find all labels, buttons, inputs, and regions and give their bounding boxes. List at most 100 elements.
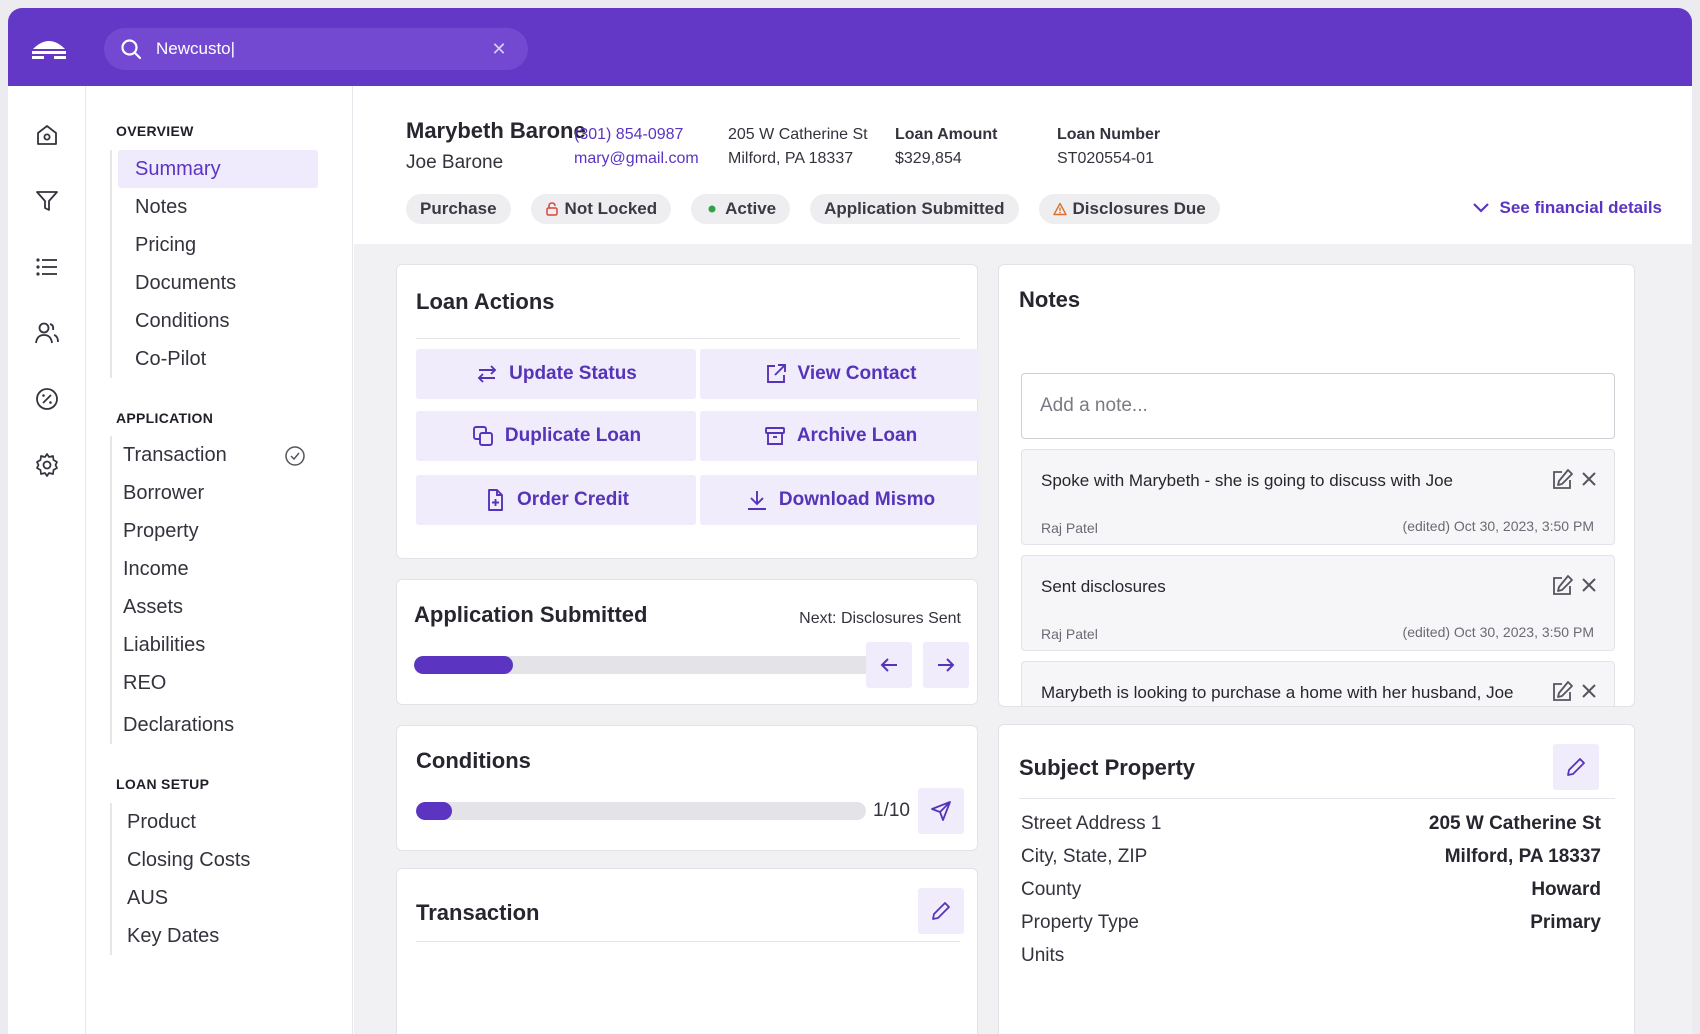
button-label: Update Status	[509, 363, 637, 384]
copy-icon	[472, 426, 493, 446]
progress-title: Application Submitted	[414, 602, 648, 627]
conditions-title: Conditions	[416, 748, 531, 773]
edit-transaction-button[interactable]	[918, 888, 964, 934]
conditions-progress-bar	[416, 802, 866, 820]
loan-amount-value: $329,854	[895, 150, 962, 167]
sidebar-item-reo[interactable]: REO	[112, 664, 312, 702]
sidebar-item-liabilities[interactable]: Liabilities	[112, 626, 312, 664]
loan-number-value: ST020554-01	[1057, 150, 1154, 167]
check-circle-icon	[285, 446, 305, 466]
conditions-count: 1/10	[873, 800, 910, 821]
loan-setup-nav: Product Closing Costs AUS Key Dates	[110, 803, 317, 955]
sidebar-item-aus[interactable]: AUS	[117, 879, 317, 917]
search-icon	[121, 39, 142, 60]
application-progress-card: Application Submitted Next: Disclosures …	[396, 579, 978, 705]
divider	[416, 338, 960, 339]
delete-note-icon[interactable]	[1578, 680, 1600, 702]
sidebar-item-transaction[interactable]: Transaction	[112, 436, 312, 474]
edit-note-icon[interactable]	[1550, 574, 1574, 598]
property-row: Units	[1021, 945, 1601, 975]
phone-link[interactable]: (301) 854-0987	[574, 126, 683, 144]
status-dot-icon	[708, 205, 716, 213]
transaction-card: Transaction	[396, 868, 978, 1034]
logo-icon[interactable]	[30, 35, 68, 61]
search-input[interactable]	[156, 28, 456, 70]
filter-icon[interactable]	[34, 188, 60, 214]
home-icon[interactable]	[34, 122, 60, 148]
sidebar-item-key-dates[interactable]: Key Dates	[117, 917, 317, 955]
property-value: Primary	[1530, 912, 1601, 933]
note-text: Sent disclosures	[1041, 577, 1166, 596]
application-section-title: APPLICATION	[116, 410, 214, 426]
archive-loan-button[interactable]: Archive Loan	[700, 411, 980, 461]
percent-icon[interactable]	[34, 386, 60, 412]
sidebar-item-label: Transaction	[123, 444, 227, 466]
duplicate-loan-button[interactable]: Duplicate Loan	[416, 411, 696, 461]
badge-label: Application Submitted	[824, 199, 1005, 218]
property-row: Street Address 1 205 W Catherine St	[1021, 813, 1601, 843]
note-item: Sent disclosures Raj Patel (edited) Oct …	[1021, 555, 1615, 651]
previous-stage-button[interactable]	[866, 642, 912, 688]
divider	[1019, 798, 1615, 799]
button-label: View Contact	[797, 363, 917, 384]
send-conditions-button[interactable]	[918, 788, 964, 834]
sidebar-item-conditions[interactable]: Conditions	[118, 302, 318, 340]
delete-note-icon[interactable]	[1578, 574, 1600, 596]
pencil-icon	[932, 902, 950, 920]
sidebar-item-notes[interactable]: Notes	[118, 188, 318, 226]
sidebar-item-assets[interactable]: Assets	[112, 588, 312, 626]
order-credit-button[interactable]: Order Credit	[416, 475, 696, 525]
edit-note-icon[interactable]	[1550, 680, 1574, 704]
sidebar-item-documents[interactable]: Documents	[118, 264, 318, 302]
subject-property-title: Subject Property	[1019, 755, 1196, 780]
property-value: Milford, PA 18337	[1444, 846, 1601, 867]
sidebar-item-closing-costs[interactable]: Closing Costs	[117, 841, 317, 879]
badge-label: Purchase	[420, 199, 497, 218]
notes-title: Notes	[1019, 287, 1081, 312]
search-bar: ✕	[104, 28, 528, 70]
view-contact-button[interactable]: View Contact	[700, 349, 980, 399]
email-link[interactable]: mary@gmail.com	[574, 150, 699, 168]
overview-section-title: OVERVIEW	[116, 123, 194, 139]
add-note-input[interactable]	[1021, 373, 1615, 439]
sidebar-item-pricing[interactable]: Pricing	[118, 226, 318, 264]
button-label: Order Credit	[517, 489, 629, 510]
conditions-card: Conditions 1/10	[396, 725, 978, 851]
pencil-icon	[1567, 758, 1585, 776]
edit-note-icon[interactable]	[1550, 468, 1574, 492]
users-icon[interactable]	[34, 320, 60, 346]
sidebar-item-summary[interactable]: Summary	[118, 150, 318, 188]
see-financial-details-link[interactable]: See financial details	[1471, 198, 1662, 218]
loan-actions-title: Loan Actions	[416, 289, 555, 314]
app-window: ✕ OVER	[8, 8, 1692, 1034]
application-nav: Transaction Borrower Property Income Ass…	[110, 436, 312, 744]
transaction-title: Transaction	[416, 900, 540, 925]
sidebar-item-income[interactable]: Income	[112, 550, 312, 588]
clear-search-icon[interactable]: ✕	[488, 38, 510, 60]
sidebar-item-co-pilot[interactable]: Co-Pilot	[118, 340, 318, 378]
property-label: City, State, ZIP	[1021, 846, 1148, 867]
stage-badge: Application Submitted	[810, 194, 1019, 224]
next-stage-button[interactable]	[923, 642, 969, 688]
list-icon[interactable]	[34, 254, 60, 280]
badge-label: Not Locked	[564, 199, 658, 218]
edit-property-button[interactable]	[1553, 744, 1599, 790]
gear-icon[interactable]	[34, 452, 60, 478]
badge-label: Active	[725, 199, 777, 218]
download-mismo-button[interactable]: Download Mismo	[700, 475, 980, 525]
delete-note-icon[interactable]	[1578, 468, 1600, 490]
property-label: Units	[1021, 945, 1065, 966]
sidebar-item-declarations[interactable]: Declarations	[112, 706, 312, 744]
divider	[416, 941, 960, 942]
note-item: Marybeth is looking to purchase a home w…	[1021, 661, 1615, 706]
overview-nav: Summary Notes Pricing Documents Conditio…	[110, 150, 318, 378]
loan-actions-card: Loan Actions Update Status View Contact …	[396, 264, 980, 559]
sidebar-item-property[interactable]: Property	[112, 512, 312, 550]
note-text: Spoke with Marybeth - she is going to di…	[1041, 471, 1453, 490]
note-author: Raj Patel	[1041, 520, 1098, 536]
external-link-icon	[766, 364, 786, 383]
lock-badge: Not Locked	[530, 194, 672, 224]
update-status-button[interactable]: Update Status	[416, 349, 696, 399]
sidebar-item-product[interactable]: Product	[117, 803, 317, 841]
sidebar-item-borrower[interactable]: Borrower	[112, 474, 312, 512]
